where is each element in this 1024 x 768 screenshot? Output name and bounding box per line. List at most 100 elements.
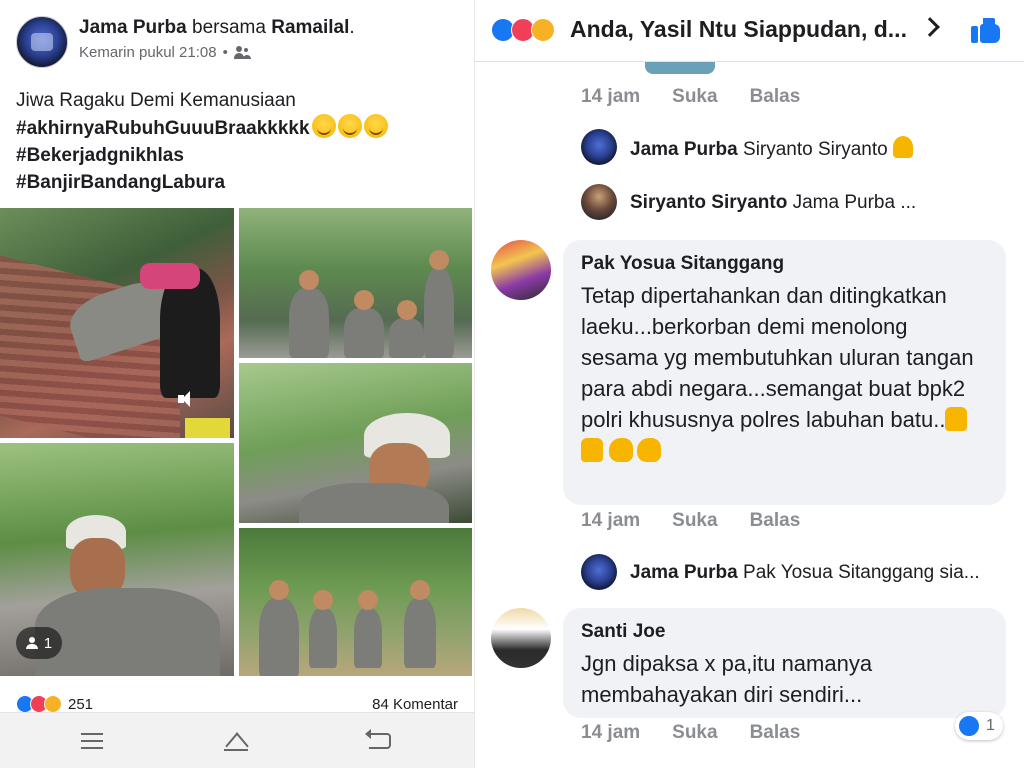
reply-item[interactable]: Jama Purba Siryanto Siryanto [630,136,913,161]
reaction-count: 251 [68,695,94,713]
person-figure [35,588,220,676]
thumbs-up-icon[interactable] [971,14,1001,44]
comments-header[interactable]: Anda, Yasil Ntu Siappudan, d... [475,0,1024,62]
home-icon[interactable] [221,731,251,751]
back-icon[interactable] [365,729,391,749]
muscle-emoji-icon [637,438,661,462]
comment-reaction-count: 1 [986,717,995,734]
post-meta: Kemarin pukul 21:08 • [79,44,355,61]
head [358,590,378,610]
wow-reaction-icon [44,695,62,713]
tag-count: 1 [43,634,53,652]
reply-item[interactable]: Jama Purba Pak Yosua Sitanggang sia... [630,562,980,584]
smile-emoji-icon [363,114,388,138]
photo-grid [0,208,472,676]
reaction-summary[interactable]: 251 [16,695,93,713]
post-video[interactable] [0,208,234,438]
post-header-text: Jama Purba bersama Ramailal. Kemarin puk… [79,16,355,68]
like-button[interactable]: Suka [672,510,717,532]
reply-avatar[interactable] [581,129,617,165]
comment-text: Jgn dipaksa x pa,itu namanya membahayaka… [581,651,873,707]
hashtag-link[interactable]: #akhirnyaRubuhGuuuBraakkkkk [16,114,466,142]
pray-emoji-icon [892,136,913,158]
post-timestamp[interactable]: Kemarin pukul 21:08 [79,44,217,61]
comment-time: 14 jam [581,722,641,743]
author-name[interactable]: Jama Purba [79,17,187,38]
person-figure [289,270,329,358]
post-text-line: Jiwa Ragaku Demi Kemanusiaan [16,90,296,111]
comment-reaction-chip[interactable]: 1 [955,712,1003,740]
person-figure [389,300,424,358]
sound-icon[interactable] [176,388,198,410]
head [354,290,374,310]
head [269,580,289,600]
tagged-people-badge[interactable]: 1 [16,627,62,659]
menu-icon[interactable] [81,733,103,749]
period: . [349,17,355,38]
backpack-image [140,263,200,289]
comment-time: 14 jam [581,510,641,531]
comment-bubble[interactable]: Santi Joe Jgn dipaksa x pa,itu namanya m… [563,608,1006,718]
cropped-image [645,62,715,74]
comment-text: Tetap dipertahankan dan ditingkatkan lae… [581,283,974,432]
header-reactions [491,18,555,42]
comment-avatar[interactable] [491,240,551,300]
post-photo[interactable] [239,208,472,358]
smile-emoji-icon [311,114,336,138]
reply-text: Jama Purba ... [792,192,917,213]
comment-avatar[interactable] [491,608,551,668]
muscle-emoji-icon [609,438,633,462]
hashtag-link[interactable]: #Bekerjadgnikhlas [16,142,466,169]
thumbs-up-emoji-icon [945,407,968,431]
comment-actions: 14 jam Suka Balas [581,510,800,532]
android-nav-bar [0,712,474,768]
head [313,590,333,610]
like-button[interactable]: Suka [672,86,717,108]
friends-icon[interactable] [233,45,252,60]
person-figure [309,590,337,668]
reply-item[interactable]: Siryanto Siryanto Jama Purba ... [630,192,916,214]
reply-author[interactable]: Jama Purba [630,139,738,160]
reply-text: Pak Yosua Sitanggang sia... [743,562,980,583]
person-figure [299,483,449,523]
post-photo[interactable] [239,363,472,523]
reply-avatar[interactable] [581,184,617,220]
with-word: bersama [192,17,266,38]
person-figure [354,590,382,668]
person-icon [25,637,40,649]
tagged-name[interactable]: Ramailal [271,17,349,38]
head [410,580,430,600]
post-panel: Jama Purba bersama Ramailal. Kemarin puk… [0,0,474,768]
comment-count-link[interactable]: 84 Komentar [372,696,458,713]
hashtag-link[interactable]: #BanjirBandangLabura [16,169,466,196]
person-figure [404,580,436,668]
reply-avatar[interactable] [581,554,617,590]
person-figure [259,580,299,676]
reply-author[interactable]: Siryanto Siryanto [630,192,787,213]
reply-button[interactable]: Balas [750,86,801,108]
comment-author[interactable]: Santi Joe [581,620,988,644]
like-button[interactable]: Suka [672,722,717,744]
thumbs-up-emoji-icon [581,438,603,462]
post-header: Jama Purba bersama Ramailal. Kemarin puk… [16,16,355,68]
comment-bubble[interactable]: Pak Yosua Sitanggang Tetap dipertahankan… [563,240,1006,505]
screen: Jama Purba bersama Ramailal. Kemarin puk… [0,0,1024,768]
head [429,250,449,270]
comment-text-block: Tetap dipertahankan dan ditingkatkan lae… [581,280,988,466]
comment-actions: 14 jam Suka Balas [581,722,800,744]
chevron-right-icon[interactable] [920,17,940,37]
post-photo[interactable] [239,528,472,676]
reply-button[interactable]: Balas [750,722,801,744]
hashtag-text[interactable]: #akhirnyaRubuhGuuuBraakkkkk [16,118,310,139]
person-figure [424,250,454,358]
smile-emoji-icon [337,114,362,138]
post-body: Jiwa Ragaku Demi Kemanusiaan #akhirnyaRu… [16,87,466,196]
reply-author[interactable]: Jama Purba [630,562,738,583]
author-line: Jama Purba bersama Ramailal. [79,16,355,40]
comment-author[interactable]: Pak Yosua Sitanggang [581,252,988,276]
reactors-summary[interactable]: Anda, Yasil Ntu Siappudan, d... [570,16,907,43]
author-avatar[interactable] [16,16,68,68]
person-figure [344,290,384,358]
reply-button[interactable]: Balas [750,510,801,532]
reply-text: Siryanto Siryanto [743,139,888,160]
